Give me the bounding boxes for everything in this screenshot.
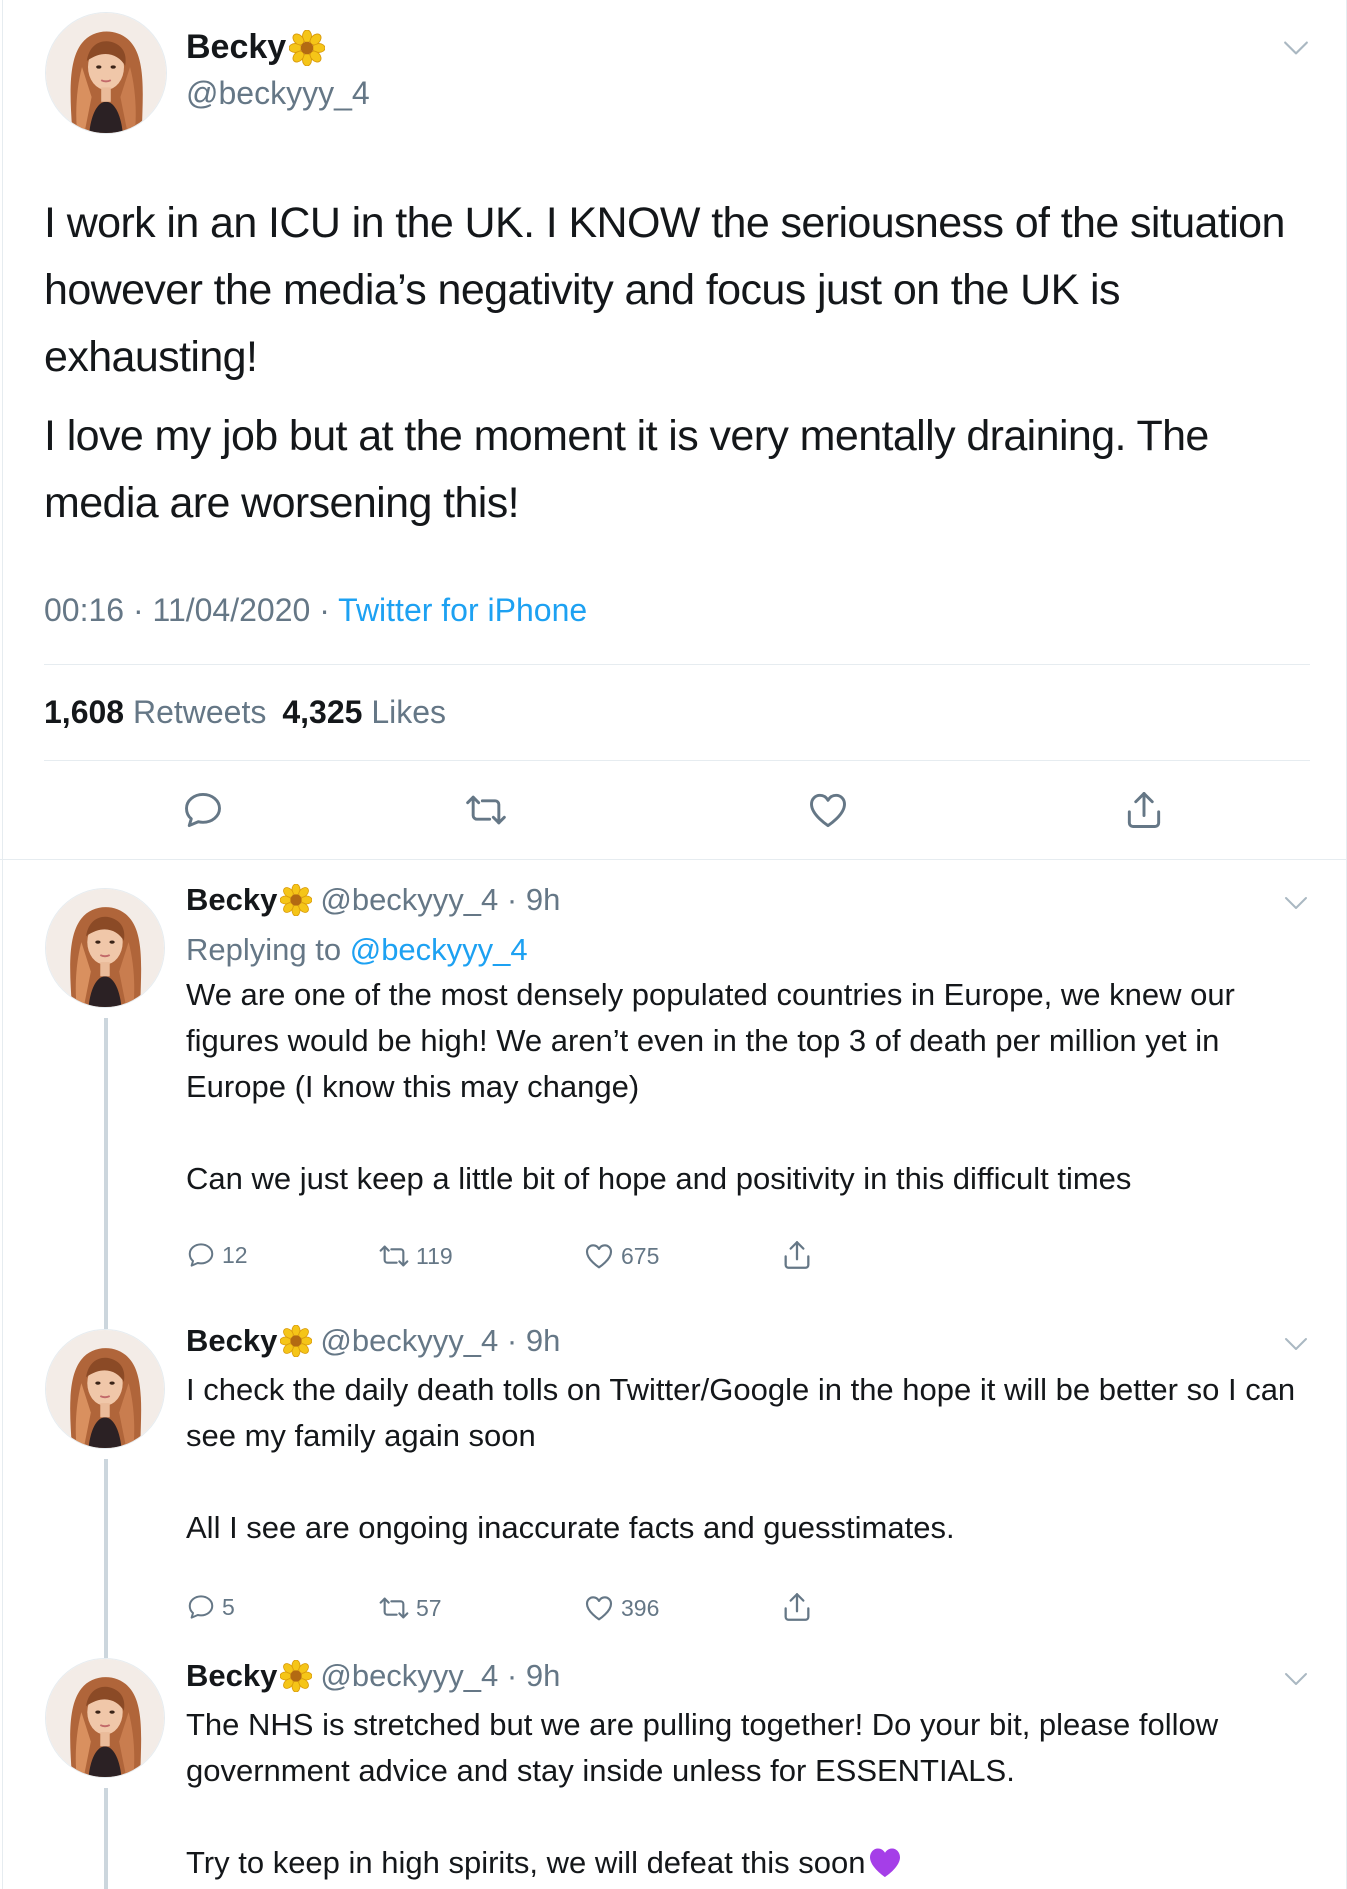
chevron-down-icon[interactable] <box>1284 1337 1308 1351</box>
likes-label: Likes <box>371 694 447 730</box>
retweet-action[interactable]: 119 <box>378 1240 453 1272</box>
reply-icon <box>186 1240 216 1270</box>
reply-icon <box>186 1592 216 1622</box>
like-action[interactable]: 396 <box>583 1592 659 1624</box>
chevron-down-icon[interactable] <box>1284 1672 1308 1686</box>
tweet-text: The NHS is stretched but we are pulling … <box>186 1702 1316 1886</box>
like-action[interactable]: 675 <box>583 1240 659 1272</box>
reply-tweet[interactable]: Becky @beckyyy_4 · 9h The NHS is stretch… <box>0 1638 1347 1889</box>
retweet-icon[interactable] <box>464 788 508 832</box>
replying-to-link[interactable]: @beckyyy_4 <box>350 932 528 967</box>
sunflower-emoji-icon <box>289 30 325 66</box>
reply-header: Becky @beckyyy_4 · 9h <box>186 1658 560 1694</box>
retweets-stat[interactable]: 1,608 Retweets <box>44 694 266 730</box>
author-handle[interactable]: @beckyyy_4 · 9h <box>320 882 560 918</box>
avatar-photo <box>46 1330 164 1448</box>
tweet-text: I check the daily death tolls on Twitter… <box>186 1372 1296 1545</box>
avatar[interactable] <box>45 12 167 134</box>
author-name[interactable]: Becky <box>186 28 325 67</box>
sunflower-emoji-icon <box>280 1325 312 1357</box>
reply-count: 12 <box>222 1241 248 1268</box>
like-count: 675 <box>621 1242 660 1269</box>
author-name-text: Becky <box>186 28 287 66</box>
tweet-text: We are one of the most densely populated… <box>186 977 1235 1196</box>
like-icon <box>583 1592 615 1624</box>
like-count: 396 <box>621 1594 660 1621</box>
reply-action[interactable]: 5 <box>186 1592 235 1622</box>
reply-header: Becky @beckyyy_4 · 9h <box>186 1323 560 1359</box>
divider <box>44 664 1310 665</box>
replying-to-prefix: Replying to <box>186 932 350 967</box>
share-icon <box>780 1238 814 1272</box>
retweets-label: Retweets <box>132 694 267 730</box>
avatar-photo <box>46 1659 164 1777</box>
reply-tweet[interactable]: Becky @beckyyy_4 · 9h Replying to @becky… <box>0 860 1347 1305</box>
retweet-icon <box>378 1240 410 1272</box>
likes-stat[interactable]: 4,325 Likes <box>282 694 446 730</box>
sunflower-emoji-icon <box>280 884 312 916</box>
chevron-down-icon[interactable] <box>1284 896 1308 910</box>
share-icon <box>780 1590 814 1624</box>
reply-action[interactable]: 12 <box>186 1240 248 1270</box>
tweet-timestamp: 00:16 · 11/04/2020 · Twitter for iPhone <box>44 592 587 629</box>
timestamp-text: 00:16 · 11/04/2020 · <box>44 592 339 628</box>
purple-heart-emoji-icon <box>870 1848 901 1877</box>
tweet-paragraph-2: I love my job but at the moment it is ve… <box>44 412 1209 527</box>
author-name[interactable]: Becky <box>186 882 277 918</box>
avatar[interactable] <box>45 1329 165 1449</box>
retweet-icon <box>378 1592 410 1624</box>
thread-connector <box>104 1638 108 1658</box>
author-handle[interactable]: @beckyyy_4 · 9h <box>320 1658 560 1694</box>
engagement-stats: 1,608 Retweets 4,325 Likes <box>44 694 446 731</box>
sunflower-emoji-icon <box>280 1660 312 1692</box>
share-action[interactable] <box>780 1238 814 1272</box>
avatar-photo <box>46 889 164 1007</box>
thread-connector <box>104 1018 108 1305</box>
reply-tweet[interactable]: Becky @beckyyy_4 · 9h I check the daily … <box>0 1305 1347 1638</box>
source-link[interactable]: Twitter for iPhone <box>338 592 587 628</box>
avatar-photo <box>46 13 166 133</box>
author-name[interactable]: Becky <box>186 1323 277 1359</box>
reply-icon[interactable] <box>181 788 225 832</box>
thread-connector <box>104 1788 108 1889</box>
like-count: 4,325 <box>282 694 363 730</box>
like-icon <box>583 1240 615 1272</box>
tweet-text-body: The NHS is stretched but we are pulling … <box>186 1707 1219 1880</box>
avatar[interactable] <box>45 888 165 1008</box>
main-tweet: Becky @beckyyy_4 I work in an ICU in the… <box>0 0 1347 860</box>
chevron-down-icon[interactable] <box>1283 40 1309 56</box>
retweet-action[interactable]: 57 <box>378 1592 442 1624</box>
share-icon[interactable] <box>1122 788 1166 832</box>
retweet-count: 119 <box>416 1242 453 1269</box>
reply-header: Becky @beckyyy_4 · 9h <box>186 882 560 918</box>
author-handle[interactable]: @beckyyy_4 · 9h <box>320 1323 560 1359</box>
reply-count: 5 <box>222 1593 235 1620</box>
retweet-count: 57 <box>416 1594 442 1621</box>
author-handle[interactable]: @beckyyy_4 <box>186 75 370 112</box>
avatar[interactable] <box>45 1658 165 1778</box>
retweet-count: 1,608 <box>44 694 125 730</box>
author-name[interactable]: Becky <box>186 1658 277 1694</box>
tweet-paragraph-1: I work in an ICU in the UK. I KNOW the s… <box>44 199 1285 381</box>
replying-to: Replying to @beckyyy_4 <box>186 932 528 968</box>
share-action[interactable] <box>780 1590 814 1624</box>
thread-connector <box>104 1459 108 1638</box>
tweet-text: I work in an ICU in the UK. I KNOW the s… <box>44 190 1314 537</box>
like-icon[interactable] <box>806 788 850 832</box>
divider <box>44 760 1310 761</box>
thread-connector <box>104 1305 108 1329</box>
